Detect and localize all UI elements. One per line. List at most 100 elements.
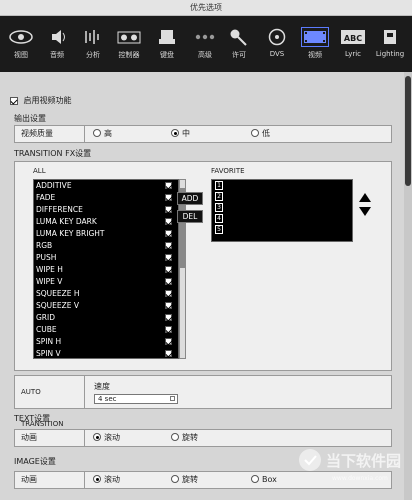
text-animation-label: 动画 bbox=[15, 430, 85, 446]
quality-option-low[interactable]: 低 bbox=[251, 129, 270, 139]
fx-item-checkbox[interactable] bbox=[165, 278, 172, 285]
speed-input[interactable]: 4 sec bbox=[94, 394, 178, 404]
add-button[interactable]: ADD bbox=[177, 192, 203, 205]
lighting-icon bbox=[384, 30, 396, 44]
favorite-list-label: FAVORITE bbox=[211, 167, 245, 175]
fx-item-checkbox[interactable] bbox=[165, 314, 172, 321]
speed-label: 速度 bbox=[94, 382, 110, 391]
fx-item-checkbox[interactable] bbox=[165, 242, 172, 249]
radio-button[interactable] bbox=[171, 433, 179, 441]
enable-video-label: 启用视频功能 bbox=[23, 96, 72, 105]
scrollbar-thumb[interactable] bbox=[405, 76, 411, 186]
panel-scrollbar[interactable] bbox=[404, 72, 412, 500]
toolbar-tab-lyric[interactable]: ABC Lyric bbox=[334, 20, 372, 68]
toolbar-tab-keyboard[interactable]: 键盘 bbox=[148, 20, 186, 68]
toolbar-tab-controller[interactable]: 控制器 bbox=[110, 20, 148, 68]
option-label: 低 bbox=[262, 129, 270, 138]
fx-item-label: WIPE V bbox=[36, 277, 63, 286]
fx-item-label: SQUEEZE H bbox=[36, 289, 80, 298]
transition-fx-heading: TRANSITION FX设置 bbox=[14, 149, 92, 158]
image-anim-box[interactable]: Box bbox=[251, 475, 277, 485]
toolbar-tab-video[interactable]: 视频 bbox=[296, 20, 334, 68]
favorite-slot-number: 2 bbox=[215, 192, 223, 201]
toolbar-tab-analysis[interactable]: 分析 bbox=[74, 20, 112, 68]
fx-list-item[interactable]: LUMA KEY DARK bbox=[34, 216, 178, 228]
fx-item-label: RGB bbox=[36, 241, 53, 250]
toolbar-tab-label: Lighting bbox=[375, 50, 405, 58]
toolbar-tab-label: 许可 bbox=[232, 51, 246, 59]
favorite-slot[interactable]: 5 bbox=[212, 224, 352, 235]
fx-item-checkbox[interactable] bbox=[165, 338, 172, 345]
fx-item-checkbox[interactable] bbox=[165, 182, 172, 189]
fx-list-item[interactable]: ADDITIVE bbox=[34, 180, 178, 192]
toolbar-tab-audio[interactable]: 音频 bbox=[38, 20, 76, 68]
enable-video-checkbox[interactable] bbox=[10, 96, 18, 105]
fx-list-item[interactable]: DIFFERENCE bbox=[34, 204, 178, 216]
fx-list-item[interactable]: WIPE V bbox=[34, 276, 178, 288]
favorite-slot[interactable]: 2 bbox=[212, 191, 352, 202]
del-button[interactable]: DEL bbox=[177, 210, 203, 223]
toolbar-tab-dvs[interactable]: DVS bbox=[258, 20, 296, 68]
keyboard-icon bbox=[159, 30, 175, 44]
fx-list-item[interactable]: SQUEEZE V bbox=[34, 300, 178, 312]
toolbar-tab-advanced[interactable]: 高级 bbox=[186, 20, 224, 68]
fx-list-item[interactable]: PUSH bbox=[34, 252, 178, 264]
option-label: 中 bbox=[182, 129, 190, 138]
fx-item-label: SQUEEZE V bbox=[36, 301, 80, 310]
radio-button[interactable] bbox=[171, 129, 179, 137]
favorite-slot[interactable]: 4 bbox=[212, 213, 352, 224]
all-fx-list[interactable]: ADDITIVE FADE DIFFERENCE LUMA KEY DARK LUMA … bbox=[33, 179, 179, 359]
favorite-slot[interactable]: 3 bbox=[212, 202, 352, 213]
radio-button[interactable] bbox=[251, 129, 259, 137]
favorite-slot-number: 5 bbox=[215, 225, 223, 234]
analysis-icon bbox=[85, 30, 99, 44]
favorite-slot[interactable]: 1 bbox=[212, 180, 352, 191]
fx-item-checkbox[interactable] bbox=[165, 266, 172, 273]
fx-list-item[interactable]: GRID bbox=[34, 312, 178, 324]
fx-item-checkbox[interactable] bbox=[165, 302, 172, 309]
fx-list-scrollbar[interactable] bbox=[179, 179, 186, 359]
image-settings-heading: IMAGE设置 bbox=[14, 457, 56, 466]
move-up-arrow-icon[interactable] bbox=[359, 193, 371, 202]
favorite-fx-list[interactable]: 1 2 3 4 5 bbox=[211, 179, 353, 242]
fx-list-item[interactable]: CUBE bbox=[34, 324, 178, 336]
quality-option-medium[interactable]: 中 bbox=[171, 129, 190, 139]
fx-list-item[interactable]: SQUEEZE H bbox=[34, 288, 178, 300]
enable-video-option[interactable]: 启用视频功能 bbox=[10, 95, 72, 106]
radio-button[interactable] bbox=[93, 129, 101, 137]
fx-list-item[interactable]: SPIN V bbox=[34, 348, 178, 360]
toolbar-tab-lighting[interactable]: Lighting bbox=[370, 20, 410, 68]
fx-item-checkbox[interactable] bbox=[165, 194, 172, 201]
radio-button[interactable] bbox=[93, 475, 101, 483]
toolbar-tab-view[interactable]: 视图 bbox=[2, 20, 40, 68]
fx-item-checkbox[interactable] bbox=[165, 326, 172, 333]
fx-list-item[interactable]: WIPE H bbox=[34, 264, 178, 276]
transition-fx-box: ALL ADDITIVE FADE DIFFERENCE LUMA KEY DARK L… bbox=[14, 161, 392, 371]
text-anim-rotate[interactable]: 旋转 bbox=[171, 433, 198, 443]
film-icon bbox=[301, 27, 329, 47]
preferences-toolbar: 视图 音频 分析 控制器 键盘 高级 许可 DVS 视频 ABC Lyric L… bbox=[0, 16, 412, 72]
option-label: 滚动 bbox=[104, 475, 120, 484]
fx-item-checkbox[interactable] bbox=[165, 254, 172, 261]
move-down-arrow-icon[interactable] bbox=[359, 207, 371, 216]
fx-list-item[interactable]: RGB bbox=[34, 240, 178, 252]
image-anim-scroll[interactable]: 滚动 bbox=[93, 475, 120, 485]
radio-button[interactable] bbox=[93, 433, 101, 441]
toolbar-tab-license[interactable]: 许可 bbox=[220, 20, 258, 68]
fx-item-checkbox[interactable] bbox=[165, 230, 172, 237]
fx-item-checkbox[interactable] bbox=[165, 290, 172, 297]
stepper-icon[interactable] bbox=[170, 396, 175, 401]
favorite-slot-number: 3 bbox=[215, 203, 223, 212]
radio-button[interactable] bbox=[171, 475, 179, 483]
radio-button[interactable] bbox=[251, 475, 259, 483]
fx-list-item[interactable]: LUMA KEY BRIGHT bbox=[34, 228, 178, 240]
fx-item-checkbox[interactable] bbox=[165, 206, 172, 213]
fx-list-item[interactable]: FADE bbox=[34, 192, 178, 204]
fx-item-checkbox[interactable] bbox=[165, 218, 172, 225]
quality-option-high[interactable]: 高 bbox=[93, 129, 112, 139]
text-anim-scroll[interactable]: 滚动 bbox=[93, 433, 120, 443]
image-anim-rotate[interactable]: 旋转 bbox=[171, 475, 198, 485]
fx-item-checkbox[interactable] bbox=[165, 350, 172, 357]
fx-list-item[interactable]: SPIN H bbox=[34, 336, 178, 348]
abc-icon: ABC bbox=[341, 30, 365, 44]
